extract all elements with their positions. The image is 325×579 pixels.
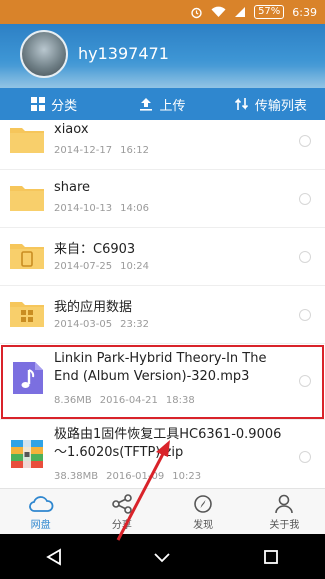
signal-icon — [234, 6, 246, 18]
file-size: 8.36MB — [54, 395, 92, 406]
folder-icon — [9, 120, 45, 156]
recent-apps-icon[interactable] — [262, 548, 280, 566]
select-radio[interactable] — [299, 193, 311, 205]
file-time: 10:24 — [120, 261, 149, 272]
file-meta: 38.38MB 2016-01-09 10:23 — [54, 471, 201, 482]
transfer-icon — [234, 98, 248, 110]
share-icon — [112, 493, 132, 514]
file-name: 我的应用数据 — [54, 300, 133, 315]
file-meta: 2014-07-25 10:24 — [54, 261, 149, 272]
tab-about-label: 关于我 — [269, 519, 300, 531]
home-icon[interactable] — [153, 548, 171, 566]
select-radio[interactable] — [299, 309, 311, 321]
device-folder-icon — [9, 236, 45, 272]
file-meta: 2014-12-17 16:12 — [54, 145, 149, 156]
file-meta: 2014-10-13 14:06 — [54, 203, 149, 214]
tab-share-label: 分享 — [111, 519, 132, 531]
list-item[interactable]: 极路由1固件恢复工具HC6361-0.9006～1.6020s(TFTP).zi… — [0, 420, 325, 488]
file-time: 23:32 — [120, 319, 149, 330]
system-navigation-bar — [0, 534, 325, 579]
list-item[interactable]: 我的应用数据 2014-03-05 23:32 — [0, 286, 325, 344]
list-item-selected[interactable]: Linkin Park-Hybrid Theory-In The End (Al… — [0, 344, 325, 420]
upload-icon — [140, 98, 153, 111]
file-name: share — [54, 180, 91, 195]
file-name: xiaox — [54, 122, 89, 137]
select-radio[interactable] — [299, 135, 311, 147]
file-name: 来自：C6903 — [54, 242, 136, 257]
status-bar: 57% 6:39 — [0, 0, 325, 24]
tab-netdisk[interactable]: 网盘 — [0, 489, 81, 535]
upload-label: 上传 — [159, 98, 186, 114]
status-time: 6:39 — [292, 5, 317, 19]
upload-button[interactable]: 上传 — [108, 88, 216, 120]
profile-header: hy1397471 — [0, 24, 325, 88]
transfer-list-label: 传输列表 — [254, 98, 307, 114]
file-size: 38.38MB — [54, 471, 99, 482]
avatar[interactable] — [20, 30, 68, 78]
wifi-icon — [211, 6, 226, 18]
category-label: 分类 — [51, 98, 78, 114]
tab-discover[interactable]: 发现 — [163, 489, 244, 535]
file-date: 2014-12-17 — [54, 145, 113, 156]
battery-level: 57% — [254, 5, 285, 19]
list-item[interactable]: 来自：C6903 2014-07-25 10:24 — [0, 228, 325, 286]
tab-share[interactable]: 分享 — [81, 489, 162, 535]
folder-icon — [9, 178, 45, 214]
file-meta: 2014-03-05 23:32 — [54, 319, 149, 330]
bottom-navigation: 网盘 分享 发现 关于我 — [0, 488, 325, 535]
tab-discover-label: 发现 — [193, 519, 214, 531]
username[interactable]: hy1397471 — [78, 44, 169, 63]
file-date: 2014-07-25 — [54, 261, 113, 272]
select-radio[interactable] — [299, 375, 311, 387]
file-time: 14:06 — [120, 203, 149, 214]
file-meta: 8.36MB 2016-04-21 18:38 — [54, 395, 195, 406]
back-icon[interactable] — [45, 547, 63, 566]
user-icon — [275, 494, 294, 513]
file-date: 2014-10-13 — [54, 203, 113, 214]
tab-about[interactable]: 关于我 — [244, 489, 325, 535]
alarm-icon — [190, 6, 203, 19]
file-date: 2014-03-05 — [54, 319, 113, 330]
music-file-icon — [9, 360, 45, 396]
select-radio[interactable] — [299, 451, 311, 463]
zip-file-icon — [9, 436, 45, 472]
grid-icon — [31, 97, 46, 111]
transfer-list-button[interactable]: 传输列表 — [217, 88, 325, 120]
cloud-icon — [28, 495, 54, 512]
tab-netdisk-label: 网盘 — [30, 519, 51, 531]
file-time: 16:12 — [120, 145, 149, 156]
file-date: 2016-01-09 — [106, 471, 165, 482]
app-folder-icon — [9, 294, 45, 330]
file-time: 18:38 — [165, 395, 195, 406]
file-time: 10:23 — [172, 471, 202, 482]
file-list: xiaox 2014-12-17 16:12 share 2014-10-13 14… — [0, 120, 325, 488]
select-radio[interactable] — [299, 251, 311, 263]
compass-icon — [194, 494, 212, 513]
list-item[interactable]: share 2014-10-13 14:06 — [0, 170, 325, 228]
file-name: Linkin Park-Hybrid Theory-In The End (Al… — [54, 351, 267, 384]
action-toolbar: 分类 上传 传输列表 — [0, 88, 325, 120]
file-name: 极路由1固件恢复工具HC6361-0.9006～1.6020s(TFTP).zi… — [54, 427, 282, 460]
category-button[interactable]: 分类 — [0, 88, 108, 120]
file-date: 2016-04-21 — [99, 395, 158, 406]
list-item[interactable]: xiaox 2014-12-17 16:12 — [0, 120, 325, 170]
